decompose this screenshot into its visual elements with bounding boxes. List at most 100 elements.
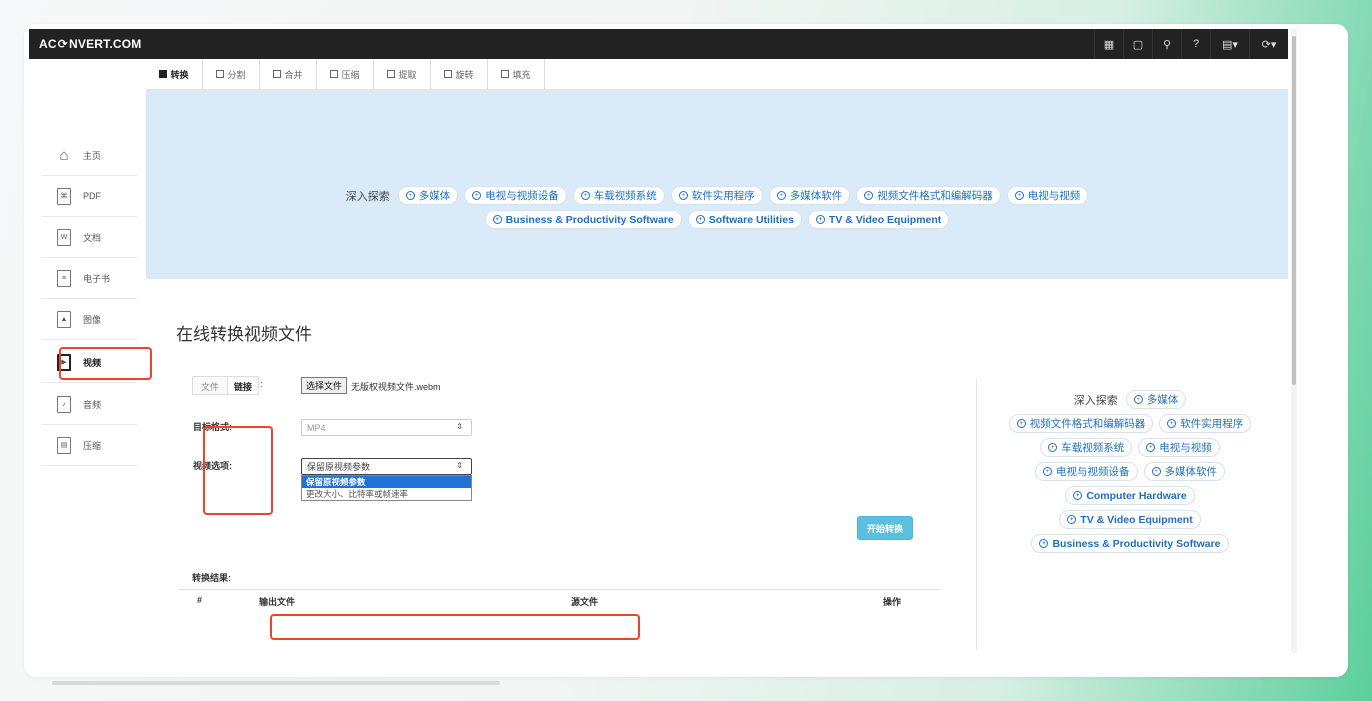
pill-label: 电视与视频: [1027, 190, 1081, 202]
explore-pill[interactable]: + 软件实用程序: [670, 186, 763, 205]
pill-label: 电视与视频设备: [1056, 466, 1130, 478]
sidebar-item-label: PDF: [83, 191, 101, 201]
tab-extract[interactable]: 提取: [374, 59, 431, 89]
language-icon[interactable]: ▤▾: [1210, 29, 1249, 59]
sidebar-item-label: 图像: [83, 314, 102, 325]
page-title: 在线转换视频文件: [176, 325, 312, 344]
pill-label: 视频文件格式和编解码器: [1029, 418, 1146, 430]
plus-circle-icon: +: [1043, 467, 1052, 476]
explore-pill[interactable]: + 电视与视频设备: [1035, 462, 1138, 481]
result-header-action: 操作: [883, 597, 902, 607]
sidebar-item-home[interactable]: ⌂ 主页: [41, 135, 137, 176]
pill-label: TV & Video Equipment: [828, 213, 942, 226]
logo-sync-icon: ⟳: [57, 37, 68, 51]
explore-pill[interactable]: + Business & Productivity Software: [484, 210, 682, 229]
sidebar-item-archive[interactable]: ▤ 压缩: [41, 425, 137, 466]
select-value: 保留原视频参数: [307, 462, 371, 472]
sidebar-item-label: 主页: [83, 150, 102, 161]
plus-circle-icon: +: [1167, 419, 1177, 428]
explore-pill[interactable]: + 多媒体: [397, 186, 459, 205]
choose-file-button[interactable]: 选择文件: [301, 377, 348, 394]
pill-label: 多媒体软件: [1164, 466, 1218, 478]
pill-label: Business & Productivity Software: [505, 213, 674, 226]
tab-label: 填充: [512, 69, 531, 80]
plus-circle-icon: +: [1133, 395, 1143, 404]
sidebar-item-image[interactable]: ▲ 图像: [41, 299, 137, 340]
explore-pill[interactable]: + 多媒体: [1125, 390, 1187, 409]
select-value: MP4: [307, 422, 326, 433]
plus-circle-icon: +: [1014, 191, 1024, 200]
horizontal-scroll-indicator: [52, 681, 500, 685]
logo-text-left: AC: [39, 37, 57, 51]
result-header-index: #: [197, 595, 203, 605]
tab-merge[interactable]: 合并: [260, 59, 317, 89]
right-explore-row: + Business & Productivity Software: [980, 534, 1280, 553]
plus-circle-icon: +: [1151, 467, 1161, 476]
target-format-select[interactable]: MP4 ⇕: [301, 419, 472, 436]
tab-compress[interactable]: 压缩: [317, 59, 374, 89]
explore-pill[interactable]: + 车载视频系统: [572, 186, 665, 205]
source-tab-link[interactable]: 链接: [228, 376, 260, 395]
sidebar-item-label: 压缩: [83, 440, 102, 451]
explore-pill[interactable]: + 软件实用程序: [1159, 414, 1252, 433]
dropdown-option[interactable]: 更改大小、比特率或帧速率: [302, 488, 471, 500]
explore-pill[interactable]: + Computer Hardware: [1065, 486, 1195, 505]
plus-circle-icon: +: [864, 191, 874, 200]
right-explore-row: + Computer Hardware: [980, 486, 1280, 505]
pill-label: 软件实用程序: [1180, 418, 1244, 430]
tab-split[interactable]: 分割: [203, 59, 260, 89]
explore-pill[interactable]: + 视频文件格式和编解码器: [1008, 414, 1154, 433]
dropdown-option[interactable]: 保留原视频参数: [302, 476, 471, 488]
banner-row-1: 深入探索 + 多媒体 + 电视与视频设备 + 车载视频系统 + 软件实用程序 + 多媒体软…: [146, 186, 1288, 205]
sidebar-item-document[interactable]: W 文档: [41, 217, 137, 258]
search-icon[interactable]: ⚲: [1152, 29, 1181, 59]
pill-label: 车载视频系统: [1061, 442, 1125, 454]
source-tab-file[interactable]: 文件: [192, 376, 229, 395]
sidebar-item-pdf[interactable]: ⌘ PDF: [41, 176, 137, 217]
explore-pill[interactable]: + 电视与视频: [1006, 186, 1089, 205]
plus-circle-icon: +: [472, 191, 482, 200]
sidebar-item-ebook[interactable]: ≡ 电子书: [41, 258, 137, 299]
tab-rotate[interactable]: 旋转: [431, 59, 488, 89]
explore-pill[interactable]: + 车载视频系统: [1040, 438, 1133, 457]
column-divider: [976, 378, 977, 650]
pill-label: 软件实用程序: [691, 190, 755, 202]
explore-pill[interactable]: + 电视与视频: [1138, 438, 1220, 457]
tab-convert[interactable]: 转换: [146, 59, 203, 89]
right-explore-row: + 视频文件格式和编解码器 + 软件实用程序: [980, 414, 1280, 433]
refresh-icon[interactable]: ⟳▾: [1249, 29, 1288, 59]
pill-label: Business & Productivity Software: [1052, 537, 1221, 550]
plus-circle-icon: +: [776, 191, 786, 200]
scrollbar-thumb[interactable]: [1292, 36, 1296, 385]
right-explore-row: + TV & Video Equipment: [980, 510, 1280, 529]
tab-label: 分割: [227, 69, 246, 80]
site-logo[interactable]: AC ⟳ NVERT.COM: [39, 37, 141, 51]
tablet-icon[interactable]: ▢: [1123, 29, 1152, 59]
explore-pill[interactable]: + 多媒体软件: [768, 186, 851, 205]
tab-fill[interactable]: 填充: [488, 59, 545, 89]
video-options-select[interactable]: 保留原视频参数 ⇕: [301, 458, 472, 475]
result-header-output: 输出文件: [259, 597, 296, 607]
selected-file-name: 无版权视频文件.webm: [351, 382, 441, 392]
pdf-icon: ⌘: [57, 187, 71, 205]
select-arrows-icon: ⇕: [456, 422, 463, 431]
start-convert-button[interactable]: 开始转换: [857, 516, 913, 540]
explore-pill[interactable]: + Business & Productivity Software: [1031, 534, 1229, 553]
banner-row-2: + Business & Productivity Software + Softw…: [146, 210, 1288, 229]
explore-pill[interactable]: + 电视与视频设备: [464, 186, 567, 205]
audio-icon: ♪: [57, 395, 71, 413]
explore-pill[interactable]: + 视频文件格式和编解码器: [856, 186, 1001, 205]
pill-label: 多媒体: [418, 190, 451, 202]
help-icon[interactable]: ?: [1181, 29, 1210, 59]
sidebar-item-audio[interactable]: ♪ 音频: [41, 384, 137, 425]
explore-pill[interactable]: + 多媒体软件: [1143, 462, 1225, 481]
video-options-dropdown: 保留原视频参数 更改大小、比特率或帧速率: [301, 475, 472, 501]
sidebar-item-label: 文档: [83, 232, 102, 243]
explore-pill[interactable]: + TV & Video Equipment: [1059, 510, 1201, 529]
word-icon: W: [57, 228, 71, 246]
grid-icon[interactable]: ▦: [1094, 29, 1123, 59]
checkbox-icon: [330, 70, 339, 78]
explore-pill[interactable]: + Software Utilities: [687, 210, 802, 229]
plus-circle-icon: +: [695, 215, 705, 224]
explore-pill[interactable]: + TV & Video Equipment: [807, 210, 950, 229]
